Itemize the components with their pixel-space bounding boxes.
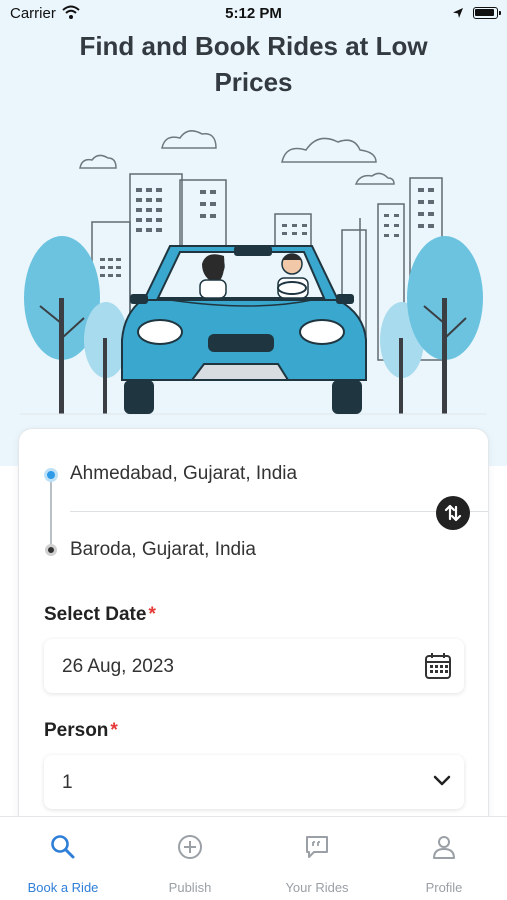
chevron-down-icon: [433, 775, 451, 786]
destination-dot-icon: [45, 544, 57, 556]
user-icon: [433, 836, 455, 859]
required-mark: *: [148, 604, 156, 625]
date-picker-field[interactable]: 26 Aug, 2023: [44, 639, 464, 693]
required-mark: *: [110, 720, 118, 741]
destination-field[interactable]: Baroda, Gujarat, India: [70, 539, 256, 561]
location-arrow-icon: [453, 8, 463, 18]
tab-publish[interactable]: Publish: [127, 817, 253, 900]
person-select[interactable]: 1: [44, 755, 464, 809]
car-illustration: [20, 130, 487, 415]
tab-profile[interactable]: Profile: [381, 817, 507, 900]
route-line: [50, 475, 52, 550]
battery-icon: [473, 7, 501, 19]
cloud-icon: [79, 130, 395, 185]
person-label: Person *: [44, 720, 118, 741]
origin-field[interactable]: Ahmedabad, Gujarat, India: [70, 463, 297, 485]
tab-your-rides[interactable]: Your Rides: [254, 817, 380, 900]
tab-book-a-ride[interactable]: Book a Ride: [0, 817, 126, 900]
status-bar: Carrier 5:12 PM: [0, 0, 507, 28]
chat-quote-icon: [306, 836, 328, 858]
calendar-icon[interactable]: [424, 652, 452, 680]
search-icon: [51, 835, 75, 859]
bottom-tab-bar: Book a Ride Publish Your Rides Profile: [0, 816, 507, 900]
origin-dot-icon: [44, 468, 58, 482]
plus-circle-icon: [178, 835, 202, 859]
swap-locations-button[interactable]: [436, 496, 470, 530]
select-date-label: Select Date *: [44, 604, 156, 625]
page-title: Find and Book Rides at Low Prices: [79, 31, 428, 97]
person-value: 1: [62, 772, 73, 793]
swap-arrows-icon: [444, 504, 462, 522]
date-value: 26 Aug, 2023: [62, 656, 174, 677]
status-time: 5:12 PM: [225, 5, 282, 22]
route-divider: [70, 511, 489, 512]
